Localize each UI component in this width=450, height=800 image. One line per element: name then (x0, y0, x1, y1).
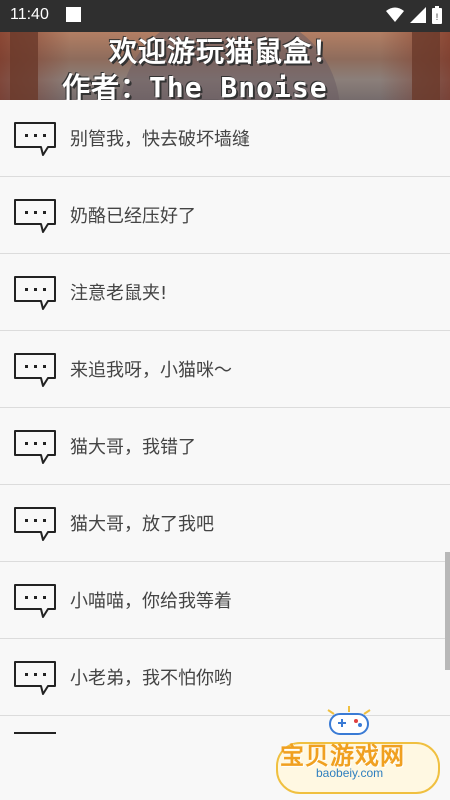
watermark-url: baobeiy.com (316, 766, 384, 780)
list-item[interactable]: 小老弟，我不怕你哟 (0, 639, 450, 716)
list-item-label: 注意老鼠夹! (70, 283, 168, 304)
list-item-label: 猫大哥，我错了 (70, 437, 196, 458)
status-time: 11:40 (10, 6, 49, 23)
chat-bubble-icon (14, 353, 56, 387)
list-item[interactable]: 注意老鼠夹! (0, 254, 450, 331)
list-item-label: 别管我，快去破坏墙缝 (70, 129, 250, 150)
list-item-label: 奶酪已经压好了 (70, 206, 196, 227)
list-item-label: 小老弟，我不怕你哟 (70, 668, 232, 689)
gamepad-icon (327, 706, 371, 735)
chat-bubble-icon (14, 122, 56, 156)
battery-icon: ! (432, 6, 442, 24)
status-bar: 11:40 ! (0, 0, 450, 32)
list-item[interactable]: 奶酪已经压好了 (0, 177, 450, 254)
list-item-label: 猫大哥，放了我吧 (70, 514, 214, 535)
chat-bubble-icon (14, 430, 56, 464)
list-item-label: 来追我呀，小猫咪～ (70, 360, 232, 381)
list-item-partial[interactable] (14, 732, 56, 740)
scrollbar[interactable] (445, 552, 450, 670)
list-item[interactable]: 猫大哥，我错了 (0, 408, 450, 485)
list-item[interactable]: 猫大哥，放了我吧 (0, 485, 450, 562)
chat-bubble-icon (14, 661, 56, 695)
list-item-label: 小喵喵，你给我等着 (70, 591, 232, 612)
chat-bubble-icon (14, 507, 56, 541)
message-list[interactable]: 别管我，快去破坏墙缝 奶酪已经压好了 注意老鼠夹! 来追我呀，小猫咪～ 猫大哥，… (0, 100, 450, 738)
banner-welcome-text: 欢迎游玩猫鼠盒！ (108, 35, 341, 68)
chat-bubble-icon (14, 584, 56, 618)
notification-icon (66, 7, 81, 22)
list-item[interactable]: 小喵喵，你给我等着 (0, 562, 450, 639)
banner-author-text: 作者：The_Bnoise (62, 71, 328, 100)
status-icons: ! (386, 6, 442, 24)
watermark: 宝贝游戏网 baobeiy.com (270, 706, 440, 796)
chat-bubble-icon (14, 276, 56, 310)
signal-icon (410, 7, 426, 23)
welcome-banner: 欢迎游玩猫鼠盒！ 作者：The_Bnoise (0, 32, 450, 100)
list-item[interactable]: 来追我呀，小猫咪～ (0, 331, 450, 408)
chat-bubble-icon (14, 199, 56, 233)
list-item[interactable]: 别管我，快去破坏墙缝 (0, 100, 450, 177)
svg-text:!: ! (436, 12, 439, 22)
wifi-icon (386, 7, 404, 22)
